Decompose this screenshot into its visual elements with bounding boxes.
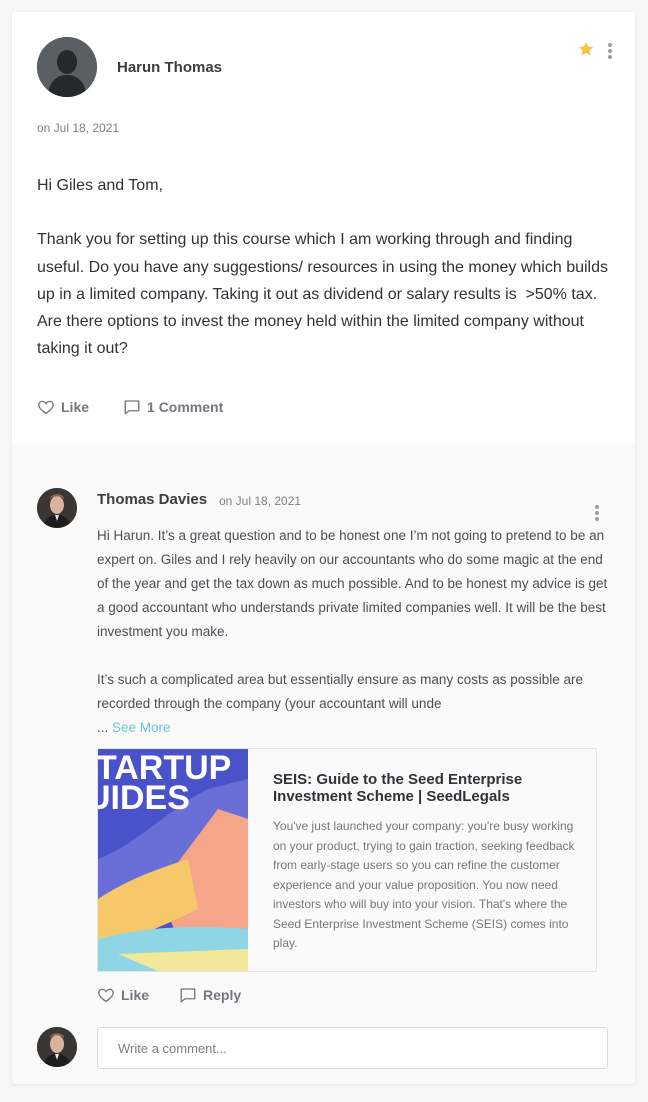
like-button[interactable]: Like (37, 398, 89, 416)
comment-paragraph (97, 644, 609, 668)
like-label: Like (121, 987, 150, 1003)
comment-paragraph: Hi Harun. It’s a great question and to b… (97, 528, 608, 639)
post-paragraph (37, 199, 617, 226)
author-name[interactable]: Harun Thomas (117, 59, 222, 76)
reply-button[interactable]: Reply (179, 986, 241, 1004)
comment-icon (180, 988, 196, 1003)
heart-icon (98, 988, 114, 1003)
link-preview-thumbnail[interactable]: TARTUP UIDES (98, 749, 248, 971)
post-paragraph: Thank you for setting up this course whi… (37, 231, 608, 358)
comment-date: on Jul 18, 2021 (219, 494, 302, 508)
comments-count-label: 1 Comment (147, 399, 224, 415)
post-body: Hi Giles and Tom, Thank you for setting … (37, 172, 617, 362)
comments-button[interactable]: 1 Comment (123, 398, 223, 416)
comment-body: Hi Harun. It’s a great question and to b… (97, 524, 609, 740)
link-preview-title[interactable]: SEIS: Guide to the Seed Enterprise Inves… (273, 771, 573, 805)
reply-label: Reply (203, 987, 242, 1003)
post-actions: Like 1 Comment (37, 397, 257, 417)
comments-section: Thomas Davies on Jul 18, 2021 Hi Harun. … (12, 443, 635, 1084)
post-paragraph: Hi Giles and Tom, (37, 177, 163, 194)
more-vertical-icon[interactable] (594, 505, 600, 523)
commenter-avatar[interactable] (37, 488, 77, 528)
comment-input[interactable] (97, 1027, 608, 1069)
star-icon[interactable] (577, 40, 595, 58)
current-user-avatar (37, 1027, 77, 1067)
heart-icon (38, 400, 54, 415)
author-avatar[interactable] (37, 37, 97, 97)
comment-icon (124, 400, 140, 415)
comment-truncation: ... See More (97, 716, 609, 740)
commenter-name[interactable]: Thomas Davies (97, 491, 207, 508)
see-more-link[interactable]: See More (112, 720, 171, 735)
ellipsis: ... (97, 720, 109, 735)
link-preview-description: You've just launched your company: you'r… (273, 819, 575, 950)
post: Harun Thomas on Jul 18, 2021 Hi Giles an… (12, 12, 635, 443)
comment-like-button[interactable]: Like (97, 986, 149, 1004)
more-vertical-icon[interactable] (607, 43, 613, 61)
comment-actions: Like Reply (97, 986, 271, 1004)
thumb-text-line: UIDES (98, 779, 190, 817)
comment-paragraph: It’s such a complicated area but essenti… (97, 672, 583, 711)
post-date: on Jul 18, 2021 (37, 121, 120, 135)
link-preview-card[interactable]: TARTUP UIDES SEIS: Guide to the Seed Ent… (97, 748, 597, 972)
post-card: Harun Thomas on Jul 18, 2021 Hi Giles an… (12, 12, 635, 1084)
like-label: Like (61, 399, 90, 415)
